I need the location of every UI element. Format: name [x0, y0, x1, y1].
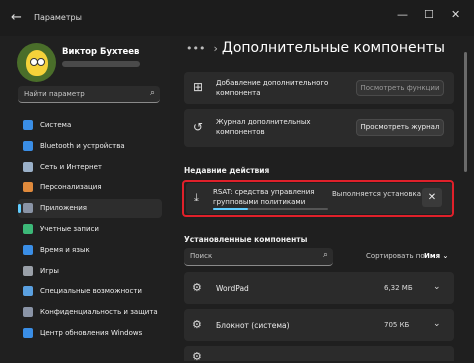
sidebar-item-bluetooth[interactable]: Bluetooth и устройства	[18, 137, 162, 156]
grid-add-icon: ⊞	[193, 80, 204, 94]
sidebar-item-wifi[interactable]: Сеть и Интернет	[18, 158, 162, 177]
feature-history-card: ↺ Журнал дополнительных компонентов Прос…	[184, 109, 454, 147]
sidebar-item-label: Система	[40, 121, 72, 129]
sidebar-item-label: Специальные возможности	[40, 287, 142, 296]
sidebar-item-label: Конфиденциальность и защита	[40, 308, 158, 317]
view-history-button[interactable]: Просмотреть журнал	[356, 119, 444, 136]
sidebar-item-gamepad[interactable]: Игры	[18, 262, 162, 281]
back-arrow-icon[interactable]: ←	[11, 10, 22, 25]
add-feature-label: Добавление дополнительного компонента	[216, 79, 329, 97]
sidebar-item-monitor[interactable]: Система	[18, 116, 162, 135]
sidebar-item-label: Центр обновления Windows	[40, 329, 143, 337]
recent-actions-heading: Недавние действия	[184, 166, 270, 175]
installed-heading: Установленные компоненты	[184, 235, 308, 244]
scrollbar[interactable]	[464, 52, 467, 172]
sidebar-item-label: Персонализация	[40, 183, 102, 192]
accessibility-icon	[23, 286, 33, 297]
view-features-button[interactable]: Посмотреть функции	[356, 80, 444, 96]
sidebar-item-label: Учетные записи	[40, 225, 99, 233]
chevron-down-icon[interactable]: ⌄	[433, 282, 441, 292]
avatar[interactable]	[17, 43, 56, 82]
sort-dropdown[interactable]: Имя ⌄	[424, 252, 448, 260]
sort-label: Сортировать по:	[366, 252, 428, 260]
sidebar-item-label: Игры	[40, 266, 59, 275]
update-icon	[23, 328, 33, 338]
history-icon: ↺	[193, 120, 204, 134]
sidebar-item-globe[interactable]: Время и язык	[18, 241, 162, 260]
list-item[interactable]: ⚙	[184, 346, 454, 363]
list-item[interactable]: ⚙ WordPad 6,32 МБ ⌄	[184, 272, 454, 304]
breadcrumb-more-icon[interactable]: •••	[186, 42, 205, 55]
maximize-icon[interactable]: ☐	[424, 8, 434, 21]
chevron-down-icon[interactable]: ⌄	[433, 319, 441, 329]
brush-icon	[23, 182, 33, 193]
highlight-frame	[182, 180, 454, 217]
installed-search-placeholder: Поиск	[190, 252, 213, 260]
minimize-icon[interactable]: —	[397, 8, 408, 21]
gamepad-icon	[23, 265, 33, 276]
sidebar-item-brush[interactable]: Персонализация	[18, 178, 162, 197]
search-input[interactable]: Найти параметр ⌕	[18, 86, 160, 103]
user-email-redacted	[62, 61, 140, 67]
sidebar-item-label: Приложения	[40, 204, 87, 213]
sidebar-item-label: Сеть и Интернет	[40, 162, 102, 171]
apps-icon	[23, 203, 33, 214]
feature-history-label: Журнал дополнительных компонентов	[216, 118, 311, 136]
wordpad-icon: ⚙	[192, 281, 202, 294]
search-icon: ⌕	[149, 88, 155, 98]
globe-icon	[23, 244, 33, 255]
component-name: WordPad	[216, 284, 249, 293]
sidebar-item-label: Bluetooth и устройства	[40, 141, 125, 150]
app-title: Параметры	[34, 13, 82, 22]
sidebar-item-label: Время и язык	[40, 245, 90, 254]
wifi-icon	[23, 161, 33, 172]
monitor-icon	[23, 120, 33, 130]
close-icon[interactable]: ✕	[451, 8, 460, 21]
sidebar-item-update[interactable]: Центр обновления Windows	[18, 324, 162, 343]
sidebar-item-apps[interactable]: Приложения	[18, 199, 162, 219]
breadcrumb-separator: ›	[213, 42, 218, 55]
person-icon	[23, 224, 33, 234]
search-icon: ⌕	[322, 250, 328, 260]
list-item[interactable]: ⚙ Блокнот (система) 705 КБ ⌄	[184, 309, 454, 341]
breadcrumb: ••• › Дополнительные компоненты	[186, 40, 445, 56]
component-icon: ⚙	[192, 350, 202, 363]
installed-search-input[interactable]: Поиск ⌕	[184, 248, 333, 266]
active-indicator	[18, 204, 21, 214]
sidebar-item-accessibility[interactable]: Специальные возможности	[18, 282, 162, 301]
shield-icon	[23, 307, 33, 318]
sidebar-item-person[interactable]: Учетные записи	[18, 220, 162, 239]
user-name: Виктор Бухтеев	[62, 47, 140, 57]
page-title: Дополнительные компоненты	[221, 40, 445, 56]
component-name: Блокнот (система)	[216, 321, 290, 330]
bluetooth-icon	[23, 140, 33, 151]
title-bar: ← Параметры — ☐ ✕	[0, 0, 474, 36]
search-placeholder: Найти параметр	[24, 90, 85, 98]
component-size: 6,32 МБ	[384, 284, 413, 292]
component-size: 705 КБ	[384, 321, 410, 329]
notepad-icon: ⚙	[192, 318, 202, 331]
add-feature-card: ⊞ Добавление дополнительного компонента …	[184, 72, 454, 104]
sidebar-item-shield[interactable]: Конфиденциальность и защита	[18, 303, 162, 322]
